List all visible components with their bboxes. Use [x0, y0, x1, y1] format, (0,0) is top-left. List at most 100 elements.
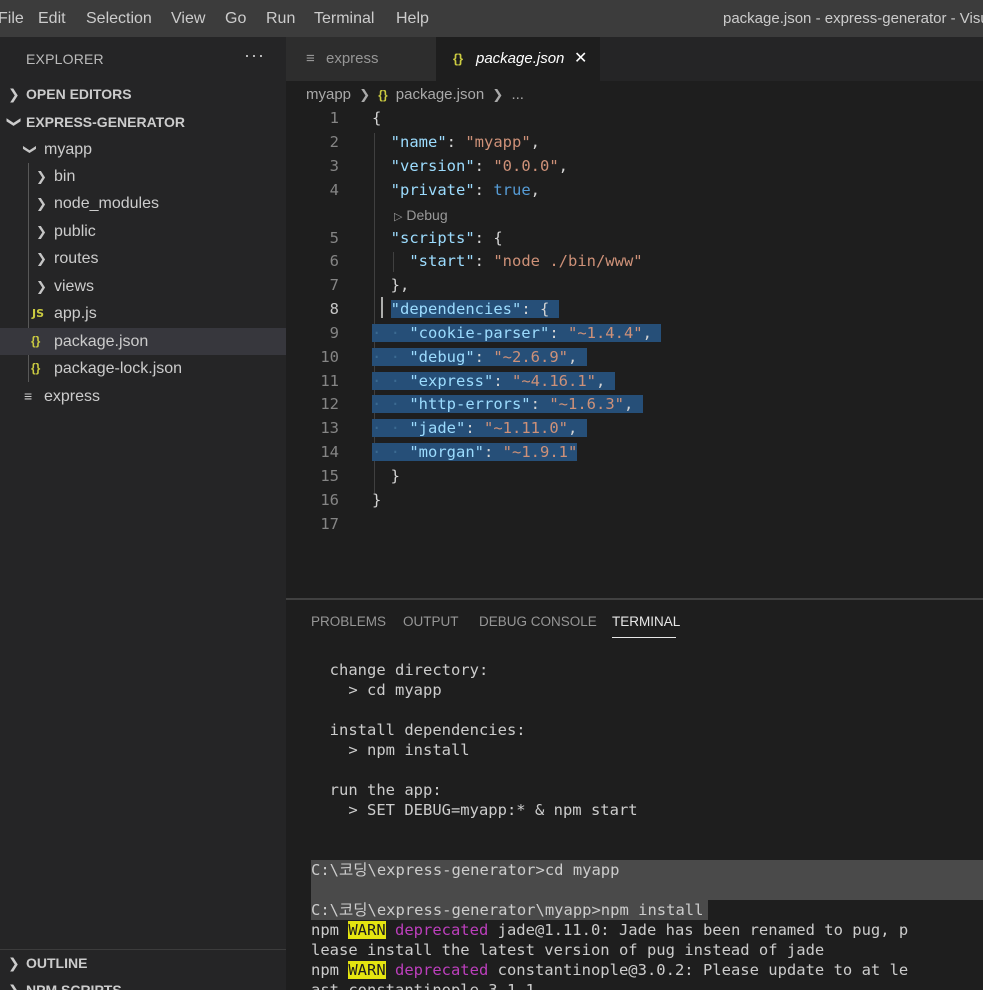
section-open-editors[interactable]: ❯ OPEN EDITORS — [0, 81, 286, 107]
codelens-debug-label: Debug — [406, 207, 448, 223]
breadcrumb-symbol[interactable]: ... — [511, 84, 524, 106]
warn-badge: WARN — [348, 921, 386, 939]
tab-express-label: express — [326, 50, 379, 67]
code-line: · · "jade": "~1.11.0", — [372, 419, 587, 437]
section-express-generator-label: EXPRESS-GENERATOR — [26, 114, 185, 130]
json-key: "private" — [390, 181, 475, 199]
json-key: "jade" — [409, 419, 466, 437]
tab-package-json[interactable]: {} package.json ✕ — [436, 37, 600, 81]
terminal-line: C:\코딩\express-generator\myapp>npm instal… — [311, 900, 708, 920]
chevron-right-icon: ❯ — [36, 196, 47, 211]
section-outline-label: OUTLINE — [26, 955, 88, 971]
code-line: · · "cookie-parser": "~1.4.4", — [372, 324, 662, 342]
menu-terminal[interactable]: Terminal — [314, 0, 374, 37]
tab-output[interactable]: OUTPUT — [403, 614, 459, 629]
terminal-line: npm WARN deprecated constantinople@3.0.2… — [311, 960, 908, 980]
line-number: 16 — [320, 491, 339, 509]
line-number: 17 — [320, 515, 339, 533]
terminal-line: > npm install — [311, 741, 470, 759]
menu-selection[interactable]: Selection — [86, 0, 152, 37]
tab-problems[interactable]: PROBLEMS — [311, 614, 386, 629]
json-file-icon: {} — [453, 51, 464, 66]
breadcrumb-folder[interactable]: myapp — [306, 84, 351, 106]
json-key: "debug" — [409, 348, 475, 366]
warning-message: jade@1.11.0: Jade has been renamed to pu… — [488, 921, 909, 939]
terminal-line: lease install the latest version of pug … — [311, 941, 825, 959]
close-icon[interactable]: ✕ — [574, 37, 587, 81]
json-string: "~1.4.4" — [567, 324, 643, 342]
active-tab-indicator — [612, 637, 676, 638]
code-line: "scripts": { — [390, 229, 503, 247]
tab-package-json-label: package.json — [476, 50, 565, 67]
json-key: "name" — [390, 133, 447, 151]
json-string: "~2.6.9" — [493, 348, 568, 366]
tree-folder-views[interactable]: ❯ views — [0, 273, 286, 300]
tree-folder-bin[interactable]: ❯ bin — [0, 163, 286, 190]
tree-file-app-js[interactable]: JS app.js — [0, 300, 286, 327]
tree-file-app-js-label: app.js — [54, 305, 97, 322]
menu-help[interactable]: Help — [396, 0, 429, 37]
code-line: { — [372, 109, 382, 127]
tree-folder-routes[interactable]: ❯ routes — [0, 245, 286, 272]
section-express-generator[interactable]: ❯ EXPRESS-GENERATOR — [0, 109, 286, 135]
tree-folder-bin-label: bin — [54, 168, 76, 185]
terminal-line: npm WARN deprecated jade@1.11.0: Jade ha… — [311, 920, 908, 940]
menu-file[interactable]: File — [0, 0, 24, 37]
json-key: "version" — [390, 157, 475, 175]
terminal-line: change directory: — [311, 661, 489, 679]
section-outline[interactable]: ❯ OUTLINE — [0, 950, 286, 976]
json-string: "~4.16.1" — [512, 372, 596, 390]
line-number: 10 — [320, 348, 339, 366]
line-number: 15 — [320, 467, 339, 485]
json-string: "~1.9.1" — [502, 443, 578, 461]
line-number: 3 — [329, 157, 339, 175]
json-key: "dependencies" — [390, 300, 522, 318]
chevron-down-icon: ❯ — [22, 144, 38, 155]
warn-badge: WARN — [348, 961, 386, 979]
more-actions-icon[interactable]: ··· — [244, 45, 265, 66]
tree-file-package-lock-json[interactable]: {} package-lock.json — [0, 355, 286, 382]
line-number: 5 — [329, 229, 339, 247]
code-editor[interactable]: 1 2 3 4 5 6 7 8 9 10 11 12 13 14 15 16 1… — [286, 106, 983, 598]
section-npm-scripts[interactable]: ❯ NPM SCRIPTS — [0, 977, 286, 990]
code-line: "dependencies": { — [372, 300, 559, 318]
json-key: "scripts" — [390, 229, 475, 247]
chevron-right-icon: ❯ — [36, 251, 47, 266]
menu-view[interactable]: View — [171, 0, 205, 37]
chevron-right-icon: ❯ — [36, 224, 47, 239]
codelens-debug[interactable]: ▷ Debug — [394, 207, 448, 223]
chevron-right-icon: ❯ — [36, 169, 47, 184]
text-file-icon: ≡ — [306, 50, 315, 67]
menu-run[interactable]: Run — [266, 0, 295, 37]
menu-edit[interactable]: Edit — [38, 0, 66, 37]
line-number: 14 — [320, 443, 339, 461]
line-number: 9 — [329, 324, 339, 342]
debug-play-icon: ▷ — [394, 211, 403, 223]
code-line: "private": true, — [390, 181, 541, 199]
js-file-icon: JS — [32, 307, 45, 320]
line-number: 6 — [329, 252, 339, 270]
json-boolean: true — [493, 181, 531, 199]
text-file-icon: ≡ — [24, 388, 33, 404]
tree-file-express[interactable]: ≡ express — [0, 383, 286, 410]
terminal-line: C:\코딩\express-generator>cd myapp — [311, 860, 983, 880]
line-number: 4 — [329, 181, 339, 199]
breadcrumb-file[interactable]: package.json — [396, 84, 484, 106]
code-line: "version": "0.0.0", — [390, 157, 569, 175]
tree-file-package-json[interactable]: {} package.json — [0, 328, 286, 355]
editor-tab-bar: ≡ express {} package.json ✕ — [286, 37, 983, 81]
menu-bar: File Edit Selection View Go Run Terminal… — [0, 0, 983, 37]
chevron-right-icon: ❯ — [492, 87, 504, 102]
json-key: "morgan" — [409, 443, 484, 461]
tab-express[interactable]: ≡ express — [286, 37, 436, 81]
code-line: · · "debug": "~2.6.9", — [372, 348, 587, 366]
tab-terminal[interactable]: TERMINAL — [612, 614, 680, 629]
menu-go[interactable]: Go — [225, 0, 246, 37]
tree-folder-myapp[interactable]: ❯ myapp — [0, 136, 286, 163]
tree-folder-node-modules[interactable]: ❯ node_modules — [0, 190, 286, 217]
json-string: "myapp" — [465, 133, 531, 151]
tree-folder-public[interactable]: ❯ public — [0, 218, 286, 245]
section-open-editors-label: OPEN EDITORS — [26, 86, 132, 102]
tree-file-express-label: express — [44, 388, 101, 405]
tab-debug-console[interactable]: DEBUG CONSOLE — [479, 614, 597, 629]
